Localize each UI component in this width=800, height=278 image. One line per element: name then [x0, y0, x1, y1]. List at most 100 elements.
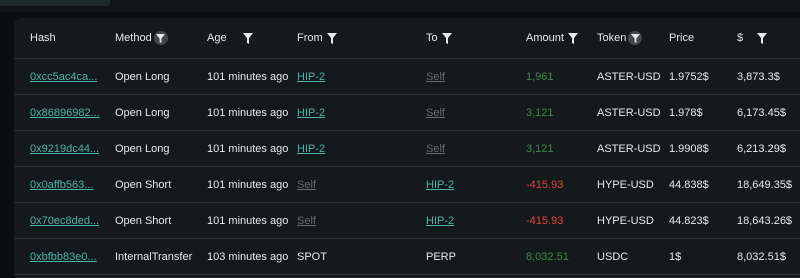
- cell-price-container: 1.9908$: [669, 131, 734, 166]
- filter-icon[interactable]: [567, 32, 578, 44]
- cell-usd-container: 3,873.3$: [737, 59, 799, 94]
- cell-amount: -415.93: [526, 214, 564, 227]
- cell-hash[interactable]: 0x86896982...: [30, 105, 100, 121]
- cell-hash-container: 0x70ec8ded...: [30, 203, 110, 238]
- transactions-panel: Hash Method Age From To Amount Token Pri…: [14, 18, 800, 278]
- filter-active-icon[interactable]: [628, 31, 643, 45]
- table-body: 0xcc5ac4ca... Open Long 101 minutes ago HIP…: [14, 59, 800, 275]
- cell-age: 101 minutes ago: [207, 70, 289, 83]
- cell-to[interactable]: Self: [426, 69, 445, 85]
- cell-usd-container: 18,643.26$: [737, 203, 799, 238]
- cell-to[interactable]: Self: [426, 105, 445, 121]
- cell-usd: 18,643.26$: [737, 214, 793, 227]
- cell-method-container: Open Short: [115, 167, 205, 202]
- cell-age: 101 minutes ago: [207, 214, 289, 227]
- table-row[interactable]: 0xcc5ac4ca... Open Long 101 minutes ago HIP…: [14, 59, 800, 95]
- cell-from-container: HIP-2: [297, 131, 417, 166]
- cell-price-container: 44.838$: [669, 167, 734, 202]
- cell-token-container: USDC: [597, 239, 665, 274]
- cell-method: Open Long: [115, 106, 170, 119]
- column-from-label: From: [297, 32, 323, 44]
- cell-age: 101 minutes ago: [207, 106, 289, 119]
- cell-hash-container: 0xcc5ac4ca...: [30, 59, 110, 94]
- cell-from[interactable]: HIP-2: [297, 141, 325, 157]
- active-tab-indicator: [0, 0, 110, 6]
- cell-token-container: HYPE-USD: [597, 203, 665, 238]
- table-row[interactable]: 0xbfbb83e0... InternalTransfer 103 minutes…: [14, 239, 800, 275]
- cell-price-container: 1.978$: [669, 95, 734, 130]
- table-row[interactable]: 0x70ec8ded... Open Short 101 minutes ago Se…: [14, 203, 800, 239]
- cell-from[interactable]: HIP-2: [297, 105, 325, 121]
- column-token[interactable]: Token: [597, 18, 643, 58]
- cell-from[interactable]: Self: [297, 177, 316, 193]
- column-to-label: To: [426, 32, 438, 44]
- cell-method: Open Long: [115, 142, 170, 155]
- column-amount-label: Amount: [526, 32, 564, 44]
- cell-token-container: HYPE-USD: [597, 167, 665, 202]
- cell-price-container: 1.9752$: [669, 59, 734, 94]
- cell-from[interactable]: HIP-2: [297, 69, 325, 85]
- cell-amount-container: 8,032.51: [526, 239, 594, 274]
- cell-age-container: 101 minutes ago: [207, 167, 292, 202]
- column-price-label: Price: [669, 32, 695, 44]
- filter-icon[interactable]: [242, 32, 253, 44]
- cell-to[interactable]: Self: [426, 141, 445, 157]
- column-method-label: Method: [115, 32, 152, 44]
- cell-amount: 8,032.51: [526, 250, 569, 263]
- cell-hash[interactable]: 0xcc5ac4ca...: [30, 69, 97, 85]
- column-amount[interactable]: Amount: [526, 18, 578, 58]
- table-row[interactable]: 0x86896982... Open Long 101 minutes ago HIP…: [14, 95, 800, 131]
- table-row[interactable]: 0x0affb563... Open Short 101 minutes ago Se…: [14, 167, 800, 203]
- cell-method-container: Open Long: [115, 131, 205, 166]
- cell-price: 1$: [669, 250, 682, 263]
- cell-age: 101 minutes ago: [207, 142, 289, 155]
- filter-icon[interactable]: [326, 32, 337, 44]
- column-price: Price: [669, 18, 694, 58]
- cell-usd: 8,032.51$: [737, 250, 786, 263]
- column-age[interactable]: Age: [207, 18, 253, 58]
- cell-amount-container: 3,121: [526, 131, 594, 166]
- column-from[interactable]: From: [297, 18, 337, 58]
- cell-usd: 6,173.45$: [737, 106, 786, 119]
- cell-to-container: Self: [426, 131, 521, 166]
- cell-hash-container: 0x86896982...: [30, 95, 110, 130]
- cell-amount-container: 1,961: [526, 59, 594, 94]
- cell-token: ASTER-USD: [597, 70, 661, 83]
- cell-to-container: Self: [426, 59, 521, 94]
- cell-method-container: Open Long: [115, 95, 205, 130]
- top-bar: [0, 0, 800, 12]
- cell-usd-container: 18,649.35$: [737, 167, 799, 202]
- table-row[interactable]: 0x9219dc44... Open Long 101 minutes ago HIP…: [14, 131, 800, 167]
- cell-to[interactable]: HIP-2: [426, 213, 454, 229]
- cell-amount: 3,121: [526, 106, 554, 119]
- filter-active-icon[interactable]: [153, 31, 168, 45]
- cell-token-container: ASTER-USD: [597, 95, 665, 130]
- cell-from-container: SPOT: [297, 239, 417, 274]
- cell-token: ASTER-USD: [597, 106, 661, 119]
- column-to[interactable]: To: [426, 18, 452, 58]
- cell-from-container: Self: [297, 203, 417, 238]
- cell-hash[interactable]: 0x70ec8ded...: [30, 213, 99, 229]
- column-token-label: Token: [597, 32, 627, 44]
- cell-hash[interactable]: 0x0affb563...: [30, 177, 93, 193]
- cell-method-container: Open Long: [115, 59, 205, 94]
- cell-hash[interactable]: 0xbfbb83e0...: [30, 249, 97, 265]
- filter-icon[interactable]: [757, 32, 768, 44]
- cell-to[interactable]: HIP-2: [426, 177, 454, 193]
- cell-age-container: 101 minutes ago: [207, 131, 292, 166]
- cell-hash[interactable]: 0x9219dc44...: [30, 141, 99, 157]
- column-hash-label: Hash: [30, 32, 56, 44]
- filter-icon[interactable]: [441, 32, 452, 44]
- column-usd[interactable]: $: [737, 18, 768, 58]
- cell-token: HYPE-USD: [597, 214, 654, 227]
- cell-amount-container: -415.93: [526, 167, 594, 202]
- cell-usd: 3,873.3$: [737, 70, 780, 83]
- cell-method: Open Long: [115, 70, 170, 83]
- cell-usd-container: 6,173.45$: [737, 95, 799, 130]
- column-method[interactable]: Method: [115, 18, 168, 58]
- cell-from[interactable]: Self: [297, 213, 316, 229]
- cell-price: 1.978$: [669, 106, 703, 119]
- cell-price: 1.9752$: [669, 70, 709, 83]
- cell-price: 1.9908$: [669, 142, 709, 155]
- cell-age: 103 minutes ago: [207, 250, 289, 263]
